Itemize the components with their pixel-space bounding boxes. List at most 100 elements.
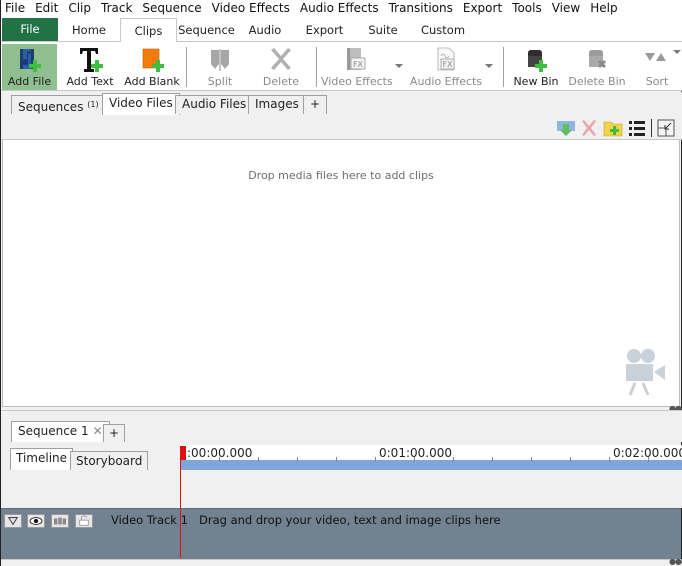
menu-clip[interactable]: Clip: [63, 1, 96, 16]
menu-transitions[interactable]: Transitions: [384, 1, 458, 16]
ruler-tick: [219, 457, 220, 462]
add-file-label: Add File: [7, 75, 52, 88]
undock-icon[interactable]: [656, 118, 676, 138]
track-visibility-button[interactable]: [27, 514, 45, 528]
sequence-tabs: Sequence 1 ✕ +: [1, 410, 682, 442]
video-effects-label: Video Effects: [321, 75, 393, 88]
ribbon-tab-clips[interactable]: Clips: [120, 18, 177, 43]
ruler-tick: [336, 457, 337, 462]
menu-help[interactable]: Help: [585, 1, 622, 16]
media-bin-toolbar: [1, 115, 682, 140]
add-file-icon: [19, 49, 41, 72]
list-view-icon[interactable]: [627, 118, 647, 138]
audio-effects-icon: FX: [437, 47, 455, 71]
remove-icon[interactable]: [579, 118, 599, 138]
tab-timeline[interactable]: Timeline: [10, 448, 74, 471]
svg-text:FX: FX: [353, 60, 364, 69]
split-button[interactable]: Split: [191, 44, 249, 90]
new-bin-label: New Bin: [513, 75, 559, 88]
tab-sequences[interactable]: Sequences (1): [11, 95, 106, 114]
clip-stack-icon: [54, 517, 66, 525]
toolbar-separator: [503, 47, 504, 87]
ribbon-tab-export[interactable]: Export: [297, 18, 352, 42]
ruler-band: [181, 460, 682, 470]
menu-view[interactable]: View: [547, 1, 585, 16]
add-bin-tab-button[interactable]: +: [303, 95, 328, 114]
splitter-handle[interactable]: ●●●: [669, 557, 682, 566]
ribbon-tab-home[interactable]: Home: [59, 18, 119, 42]
video-track-1[interactable]: Video Track 1 Drag and drop your video, …: [1, 508, 681, 559]
add-file-button[interactable]: Add File: [2, 44, 57, 90]
video-effects-button[interactable]: FX Video Effects: [321, 44, 393, 90]
toolbar-separator: [316, 47, 317, 87]
delete-bin-button[interactable]: Delete Bin: [567, 44, 627, 90]
add-text-label: Add Text: [66, 75, 114, 88]
track-name: Video Track 1: [111, 513, 188, 527]
audio-effects-label: Audio Effects: [409, 75, 483, 88]
ruler-tick: [531, 457, 532, 462]
timeline-view-tabs: Timeline Storyboard: [1, 442, 181, 471]
new-folder-icon[interactable]: [603, 118, 623, 138]
sort-label: Sort: [645, 75, 669, 88]
video-camera-icon: [626, 349, 665, 396]
ribbon-tab-suite[interactable]: Suite: [359, 18, 407, 42]
menu-tools[interactable]: Tools: [507, 1, 547, 16]
ribbon-tab-custom[interactable]: Custom: [415, 18, 471, 42]
ruler-tick: [297, 457, 298, 462]
ruler-tick: [453, 457, 454, 462]
new-bin-button[interactable]: New Bin: [509, 44, 563, 90]
ruler-tick: [492, 457, 493, 462]
tab-images[interactable]: Images: [248, 95, 306, 114]
add-sequence-button[interactable]: +: [103, 424, 126, 442]
menu-edit[interactable]: Edit: [30, 1, 63, 16]
delete-icon: [271, 48, 291, 70]
tab-sequence-1[interactable]: Sequence 1 ✕: [11, 421, 110, 442]
unlock-icon: [79, 515, 89, 526]
ribbon-tab-file[interactable]: File: [2, 18, 58, 41]
split-icon: [211, 49, 229, 71]
sort-icon: [645, 53, 666, 61]
audio-effects-dropdown-icon[interactable]: [485, 64, 493, 68]
menu-sequence[interactable]: Sequence: [137, 1, 206, 16]
menu-track[interactable]: Track: [96, 1, 137, 16]
add-blank-label: Add Blank: [124, 75, 180, 88]
menu-video-effects[interactable]: Video Effects: [207, 1, 295, 16]
collapse-track-button[interactable]: [4, 514, 22, 528]
app-window: File Edit Clip Track Sequence Video Effe…: [0, 0, 682, 566]
tab-video-files[interactable]: Video Files: [102, 93, 180, 115]
new-bin-icon: [528, 50, 547, 72]
close-sequence-icon[interactable]: ✕: [93, 424, 103, 438]
ruler-label-1: 0:01:00.000: [379, 446, 452, 460]
media-bin-drop-area[interactable]: Drop media files here to add clips: [2, 140, 680, 407]
timeline-ruler[interactable]: :00:00.000 0:01:00.000 0:02:00.000: [181, 445, 682, 470]
delete-bin-icon: [589, 50, 606, 68]
ruler-tick: [648, 457, 649, 462]
drop-hint: Drop media files here to add clips: [248, 169, 434, 182]
svg-text:FX: FX: [442, 60, 453, 69]
add-blank-button[interactable]: Add Blank: [123, 44, 181, 90]
add-text-icon: [80, 48, 103, 72]
ruler-tick: [609, 457, 610, 462]
ribbon-tabs: File Home Clips Sequence Audio Export Su…: [1, 17, 682, 43]
import-icon[interactable]: [556, 118, 576, 138]
tab-storyboard[interactable]: Storyboard: [70, 451, 149, 471]
menu-audio-effects[interactable]: Audio Effects: [295, 1, 384, 16]
ruler-tick: [258, 457, 259, 462]
menu-file[interactable]: File: [1, 1, 30, 16]
track-lock-button[interactable]: [75, 514, 93, 528]
ribbon-tab-audio[interactable]: Audio: [239, 18, 291, 42]
ruler-tick: [375, 457, 376, 462]
add-text-button[interactable]: Add Text: [61, 44, 119, 90]
audio-effects-button[interactable]: FX Audio Effects: [409, 44, 483, 90]
tab-audio-files[interactable]: Audio Files: [175, 95, 254, 114]
bottom-splitter[interactable]: [1, 559, 682, 566]
delete-button[interactable]: Delete: [253, 44, 309, 90]
ribbon-tab-sequence[interactable]: Sequence: [178, 18, 235, 42]
menu-export[interactable]: Export: [458, 1, 507, 16]
video-effects-dropdown-icon[interactable]: [395, 64, 403, 68]
track-clips-button[interactable]: [51, 514, 69, 528]
timeline-empty-area: [1, 470, 682, 508]
ruler-tick: [570, 457, 571, 462]
sort-dropdown-icon[interactable]: [673, 50, 681, 54]
tab-sequences-label: Sequences: [18, 100, 84, 114]
